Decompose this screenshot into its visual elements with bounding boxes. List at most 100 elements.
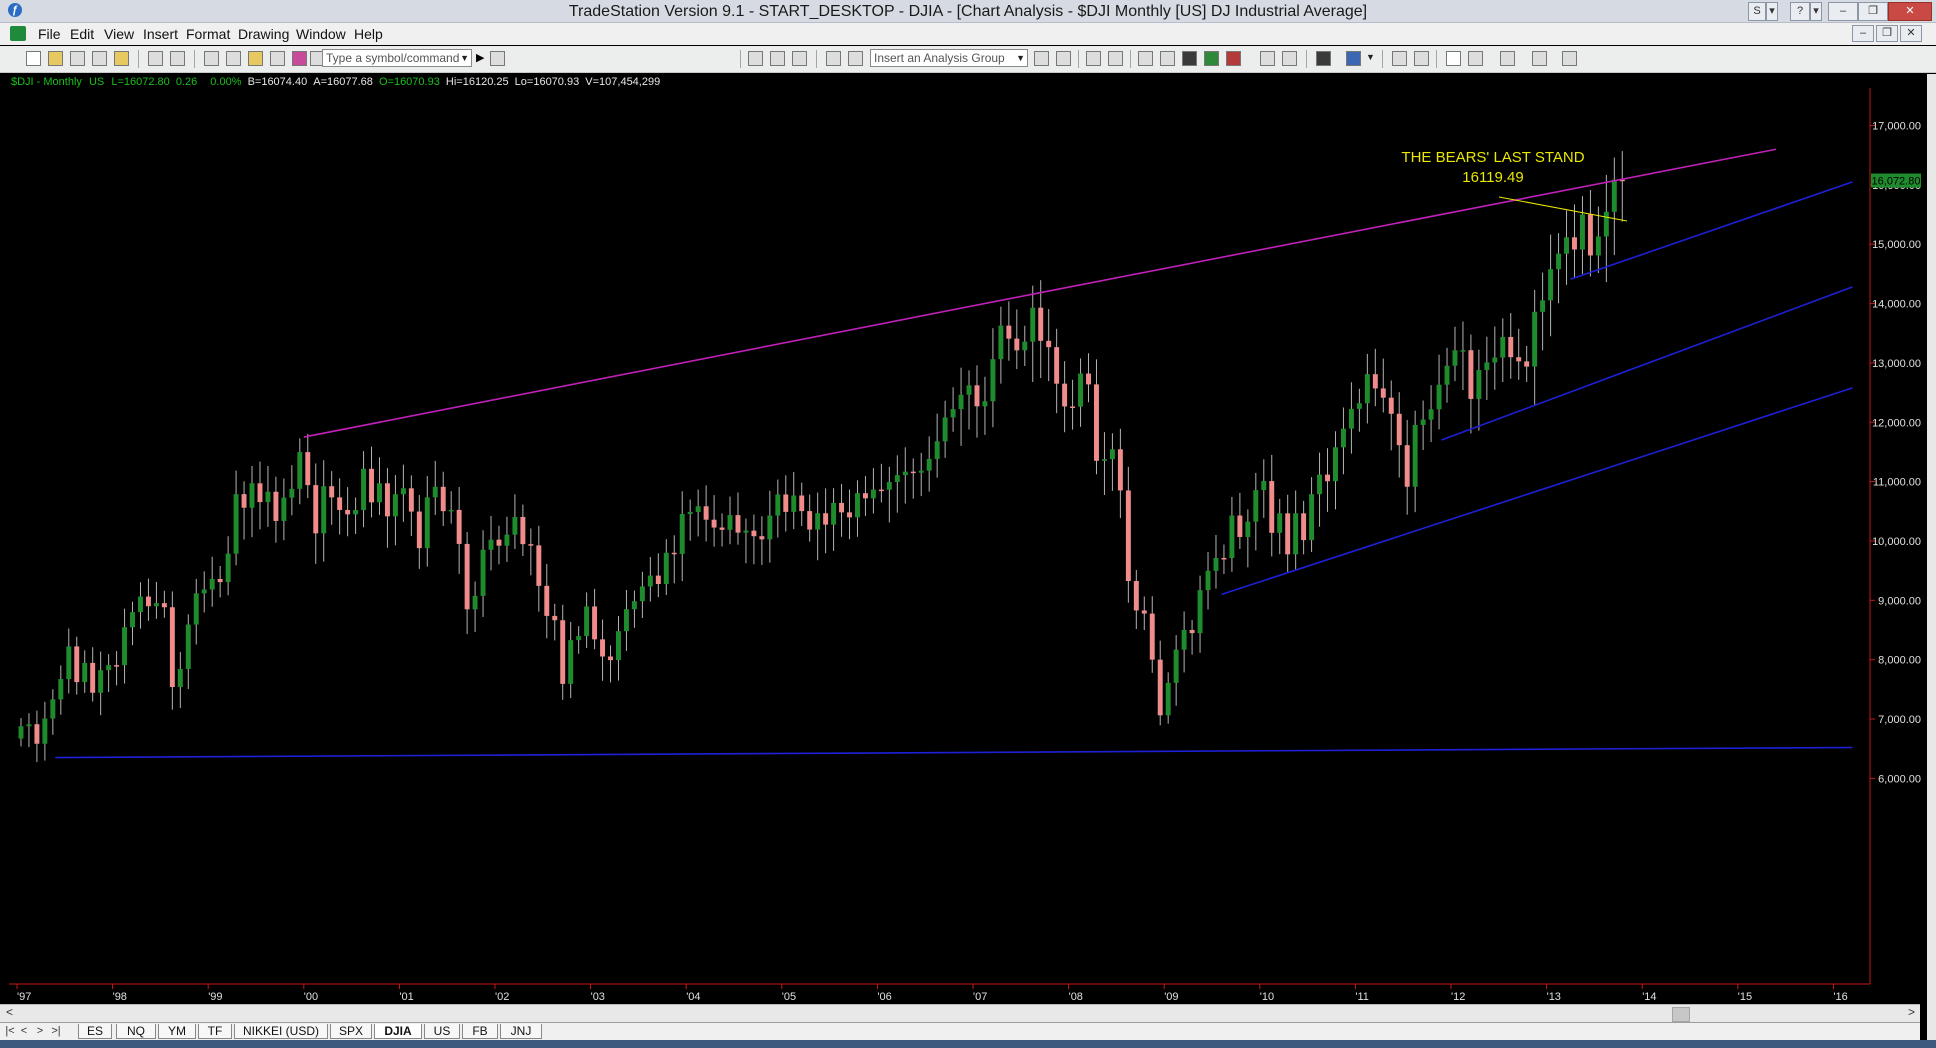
hand-icon[interactable]	[1532, 51, 1547, 66]
candle-body-up	[902, 471, 908, 476]
zoom-in-icon[interactable]	[1392, 51, 1407, 66]
indicator-icon[interactable]	[826, 51, 841, 66]
candle-body-down	[1006, 325, 1012, 339]
help-question-icon[interactable]: ?	[1790, 2, 1810, 21]
tab-first-icon[interactable]: |<	[4, 1024, 16, 1038]
strategy-icon[interactable]	[848, 51, 863, 66]
crosshair-icon[interactable]	[1468, 51, 1483, 66]
window-tile-icon[interactable]	[204, 51, 219, 66]
chart-analysis-window[interactable]: $DJI - Monthly US L=16072.80 0.26 0.00% …	[9, 74, 1927, 1036]
tab-tf[interactable]: TF	[198, 1024, 232, 1039]
candle-body-up	[934, 441, 940, 459]
insert-symbol-icon[interactable]	[1086, 51, 1101, 66]
bar-chart-icon[interactable]	[1182, 51, 1197, 66]
tab-jnj[interactable]: JNJ	[500, 1024, 542, 1039]
restore-button[interactable]: ❐	[1858, 2, 1888, 21]
drawing-tools-icon[interactable]	[1346, 51, 1361, 66]
analysis-group-select[interactable]: Insert an Analysis Group ▼	[870, 49, 1028, 67]
candle-up-icon[interactable]	[1204, 51, 1219, 66]
annotation-title[interactable]: THE BEARS' LAST STAND	[1401, 149, 1584, 166]
candle-body-up	[1181, 629, 1187, 650]
radar-icon[interactable]	[1160, 51, 1175, 66]
help-dropdown-icon[interactable]: ▾	[1810, 2, 1822, 21]
tab-es[interactable]: ES	[78, 1024, 112, 1039]
menu-view[interactable]: View	[104, 26, 134, 42]
candle-body-up	[775, 494, 781, 516]
mdi-close-button[interactable]: ✕	[1900, 25, 1922, 42]
mdi-restore-button[interactable]: ❐	[1876, 25, 1898, 42]
tab-ym[interactable]: YM	[158, 1024, 196, 1039]
remove-symbol-icon[interactable]	[1108, 51, 1123, 66]
tools-icon[interactable]	[1500, 51, 1515, 66]
link-icon[interactable]	[292, 51, 307, 66]
tab-last-icon[interactable]: >|	[50, 1024, 62, 1038]
open-folder-icon[interactable]	[48, 51, 63, 66]
s-dropdown-icon[interactable]: ▾	[1766, 2, 1778, 21]
candle-body-down	[1404, 445, 1410, 487]
zoom-in-bars-icon[interactable]	[1282, 51, 1297, 66]
mdi-minimize-button[interactable]: –	[1852, 25, 1874, 42]
pointer-icon[interactable]	[1446, 51, 1461, 66]
matrix-icon[interactable]	[1138, 51, 1153, 66]
candle-body-up	[1277, 513, 1283, 533]
scroll-thumb[interactable]	[1672, 1007, 1690, 1022]
price-chart[interactable]: 6,000.00 7,000.00 8,000.00 9,000.00 10,000.0…	[9, 74, 1927, 1004]
menu-edit[interactable]: Edit	[70, 26, 94, 42]
analysis-group-icon[interactable]	[1056, 51, 1071, 66]
tab-spx[interactable]: SPX	[330, 1024, 372, 1039]
close-button[interactable]: ✕	[1888, 2, 1932, 21]
properties-icon[interactable]	[1562, 51, 1577, 66]
menu-file[interactable]: File	[38, 26, 61, 42]
minimize-button[interactable]: –	[1828, 2, 1858, 21]
data-window-icon[interactable]	[748, 51, 763, 66]
close-window-icon[interactable]	[92, 51, 107, 66]
candle-body-up	[767, 515, 773, 540]
candle-body-down	[161, 603, 167, 608]
go-arrow-icon[interactable]: ▶	[476, 51, 484, 64]
candle-down-icon[interactable]	[1226, 51, 1241, 66]
menu-insert[interactable]: Insert	[143, 26, 178, 42]
time-tick-label: '07	[973, 991, 987, 1003]
print-icon[interactable]	[170, 51, 185, 66]
format-symbol-icon[interactable]	[270, 51, 285, 66]
new-document-icon[interactable]	[26, 51, 41, 66]
open-workspace-icon[interactable]	[70, 51, 85, 66]
drawing-tools-dropdown-icon[interactable]: ▼	[1366, 52, 1375, 62]
zoom-out-icon[interactable]	[1414, 51, 1429, 66]
candle-body-up	[942, 417, 948, 442]
color-scheme-icon[interactable]	[1316, 51, 1331, 66]
menu-drawing[interactable]: Drawing	[238, 26, 289, 42]
tab-nikkei-usd[interactable]: NIKKEI (USD)	[234, 1024, 328, 1039]
analysis-group-dropdown-icon[interactable]: ▼	[1016, 50, 1025, 66]
symbol-lookup-icon[interactable]	[490, 51, 505, 66]
window-title: TradeStation Version 9.1 - START_DESKTOP…	[568, 3, 1368, 20]
tab-djia[interactable]: DJIA	[374, 1024, 422, 1039]
analysis-technique-icon[interactable]	[1034, 51, 1049, 66]
price-tick-label: 11,000.00	[1873, 477, 1921, 489]
candle-body-up	[361, 468, 367, 510]
format-window-icon[interactable]	[792, 51, 807, 66]
chart-properties-icon[interactable]	[770, 51, 785, 66]
zoom-out-bars-icon[interactable]	[1260, 51, 1275, 66]
symbol-dropdown-icon[interactable]: ▼	[460, 50, 469, 66]
scroll-right-icon[interactable]: >	[1908, 1005, 1915, 1019]
tab-prev-icon[interactable]: <	[18, 1024, 30, 1038]
user-s-button[interactable]: S	[1748, 2, 1766, 21]
status-open: O=16070.93	[378, 76, 440, 88]
menu-help[interactable]: Help	[354, 26, 383, 42]
tab-us[interactable]: US	[424, 1024, 460, 1039]
lock-icon[interactable]	[248, 51, 263, 66]
horizontal-scrollbar[interactable]: < >	[0, 1004, 1920, 1022]
window-cascade-icon[interactable]	[226, 51, 241, 66]
tab-fb[interactable]: FB	[462, 1024, 498, 1039]
symbol-input[interactable]: Type a symbol/command ▼	[322, 49, 472, 67]
candle-body-down	[783, 494, 789, 512]
annotation-value[interactable]: 16119.49	[1462, 169, 1523, 186]
menu-format[interactable]: Format	[186, 26, 230, 42]
menu-window[interactable]: Window	[296, 26, 346, 42]
folder-icon[interactable]	[114, 51, 129, 66]
save-icon[interactable]	[148, 51, 163, 66]
tab-nq[interactable]: NQ	[116, 1024, 156, 1039]
scroll-left-icon[interactable]: <	[6, 1005, 13, 1019]
tab-next-icon[interactable]: >	[34, 1024, 46, 1038]
